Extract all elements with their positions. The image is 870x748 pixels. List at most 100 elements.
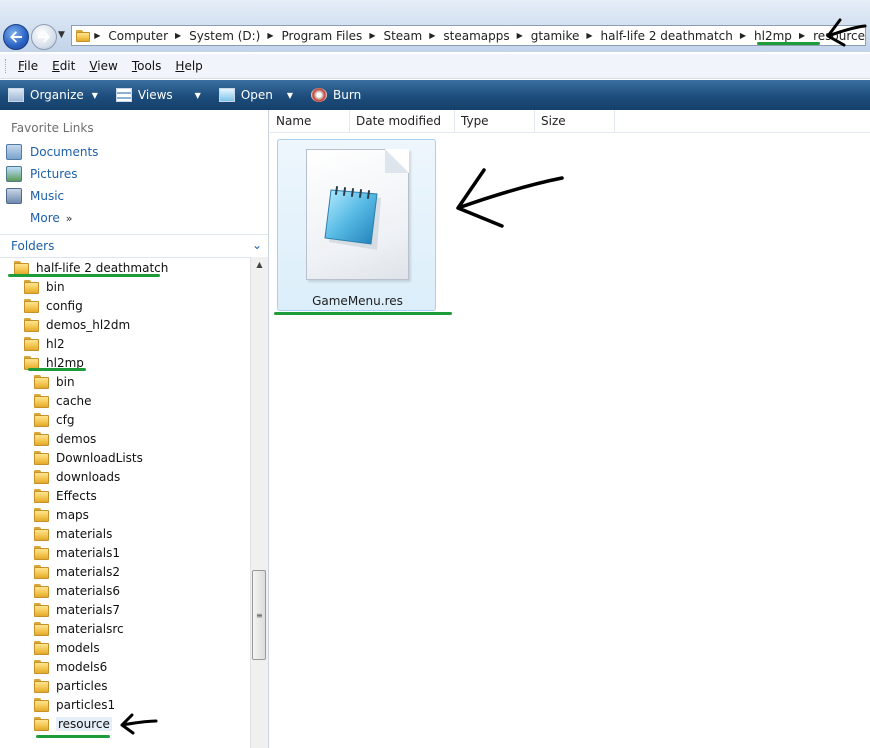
breadcrumb-hl2mp[interactable]: hl2mp <box>754 29 792 43</box>
column-date-modified[interactable]: Date modified <box>350 110 455 132</box>
breadcrumb-separator-icon[interactable]: ▶ <box>94 31 100 40</box>
tree-item[interactable]: materialsrc <box>34 619 124 638</box>
tree-item[interactable]: models6 <box>34 657 107 676</box>
tree-item[interactable]: cfg <box>34 410 74 429</box>
folder-icon <box>76 29 91 42</box>
tree-item[interactable]: demos_hl2dm <box>24 315 130 334</box>
breadcrumb-system-drive[interactable]: System (D:) <box>189 29 260 43</box>
folder-icon <box>34 393 49 408</box>
folder-icon <box>34 697 49 712</box>
scrollbar-thumb[interactable]: ≡ <box>252 570 266 660</box>
file-item-gamemenu[interactable]: GameMenu.res <box>277 139 436 311</box>
annotation-underline-hl2dm <box>8 274 160 277</box>
double-chevron-icon: » <box>65 211 73 225</box>
favorite-pictures[interactable]: Pictures <box>6 164 78 184</box>
breadcrumb-separator-icon[interactable]: ▶ <box>369 31 375 40</box>
menu-view[interactable]: View <box>89 59 117 73</box>
favorite-music[interactable]: Music <box>6 186 64 206</box>
tree-item[interactable]: materials7 <box>34 600 120 619</box>
tree-item[interactable]: downloads <box>34 467 120 486</box>
open-button[interactable]: Open ▼ <box>218 88 293 102</box>
menu-edit-accel: E <box>52 59 60 73</box>
tree-item-label: particles <box>56 678 108 693</box>
dropdown-arrow-icon: ▼ <box>91 90 98 100</box>
favorite-more-label: More <box>30 211 60 225</box>
folder-icon <box>24 317 39 332</box>
menu-file-rest: ile <box>24 59 39 73</box>
tree-item[interactable]: bin <box>24 277 65 296</box>
tree-item[interactable]: particles1 <box>34 695 115 714</box>
breadcrumb-separator-icon[interactable]: ▶ <box>586 31 592 40</box>
breadcrumb-gtamike[interactable]: gtamike <box>531 29 580 43</box>
tree-item[interactable]: models <box>34 638 100 657</box>
folder-icon <box>34 678 49 693</box>
breadcrumb-computer[interactable]: Computer <box>108 29 168 43</box>
folder-icon <box>34 450 49 465</box>
tree-item[interactable]: materials6 <box>34 581 120 600</box>
tree-scrollbar[interactable]: ▲ ≡ <box>250 257 268 748</box>
menu-help[interactable]: Help <box>175 59 202 73</box>
breadcrumb[interactable]: ▶ Computer ▶ System (D:) ▶ Program Files… <box>71 25 866 46</box>
tree-item[interactable]: hl2 <box>24 334 65 353</box>
back-button[interactable] <box>3 24 29 50</box>
scroll-up-icon[interactable]: ▲ <box>251 257 268 273</box>
tree-item[interactable]: maps <box>34 505 89 524</box>
breadcrumb-separator-icon[interactable]: ▶ <box>175 31 181 40</box>
grip-icon: ≡ <box>256 611 263 620</box>
tree-item-label: demos_hl2dm <box>46 317 131 332</box>
forward-button[interactable] <box>31 24 57 50</box>
column-name[interactable]: Name <box>270 110 350 132</box>
tree-item[interactable]: materials2 <box>34 562 120 581</box>
tree-item-label: hl2 <box>46 336 65 351</box>
address-bar: ▼ ▶ Computer ▶ System (D:) ▶ Program Fil… <box>0 0 870 52</box>
tree-item[interactable]: materials1 <box>34 543 120 562</box>
breadcrumb-hl2dm[interactable]: half-life 2 deathmatch <box>601 29 733 43</box>
folder-icon <box>34 545 49 560</box>
favorite-more[interactable]: More » <box>30 208 72 228</box>
menu-file[interactable]: File <box>18 59 38 73</box>
column-size[interactable]: Size <box>535 110 615 132</box>
menu-help-rest: elp <box>184 59 203 73</box>
folder-icon <box>34 488 49 503</box>
organize-button[interactable]: Organize ▼ <box>8 88 98 102</box>
breadcrumb-separator-icon[interactable]: ▶ <box>267 31 273 40</box>
burn-button[interactable]: Burn <box>311 88 361 102</box>
breadcrumb-separator-icon[interactable]: ▶ <box>429 31 435 40</box>
favorite-pictures-label: Pictures <box>30 167 78 181</box>
favorite-documents[interactable]: Documents <box>6 142 98 162</box>
tree-item[interactable]: demos <box>34 429 96 448</box>
breadcrumb-steam[interactable]: Steam <box>383 29 422 43</box>
folders-header[interactable]: Folders ⌄ <box>0 234 268 258</box>
tree-item[interactable]: DownloadLists <box>34 448 143 467</box>
breadcrumb-separator-icon[interactable]: ▶ <box>740 31 746 40</box>
tree-item[interactable]: config <box>24 296 83 315</box>
folder-icon <box>34 564 49 579</box>
tree-item-label: maps <box>56 507 89 522</box>
breadcrumb-separator-icon[interactable]: ▶ <box>517 31 523 40</box>
views-label: Views <box>137 88 173 102</box>
menu-bar: File Edit View Tools Help <box>0 54 870 79</box>
tree-item[interactable]: particles <box>34 676 108 695</box>
breadcrumb-program-files[interactable]: Program Files <box>282 29 363 43</box>
menu-tools[interactable]: Tools <box>132 59 162 73</box>
tree-item-label: resource <box>56 716 112 731</box>
folders-label: Folders <box>11 239 55 253</box>
views-button[interactable]: Views ▼ <box>115 88 201 102</box>
tree-item[interactable]: cache <box>34 391 92 410</box>
column-type[interactable]: Type <box>455 110 535 132</box>
chevron-down-icon[interactable]: ⌄ <box>252 238 262 252</box>
tree-item-label: particles1 <box>56 697 116 712</box>
tree-item-label: Effects <box>56 488 97 503</box>
tree-item[interactable]: bin <box>34 372 75 391</box>
breadcrumb-separator-icon[interactable]: ▶ <box>799 31 805 40</box>
recent-pages-chevron-icon[interactable]: ▼ <box>58 30 65 40</box>
tree-item-label: models <box>56 640 100 655</box>
notepad-icon <box>218 88 235 102</box>
tree-item[interactable]: resource <box>34 714 112 733</box>
folder-icon <box>14 260 29 275</box>
breadcrumb-steamapps[interactable]: steamapps <box>443 29 509 43</box>
annotation-underline-hl2mp <box>28 368 86 371</box>
tree-item[interactable]: materials <box>34 524 112 543</box>
menu-edit[interactable]: Edit <box>52 59 75 73</box>
tree-item[interactable]: Effects <box>34 486 97 505</box>
